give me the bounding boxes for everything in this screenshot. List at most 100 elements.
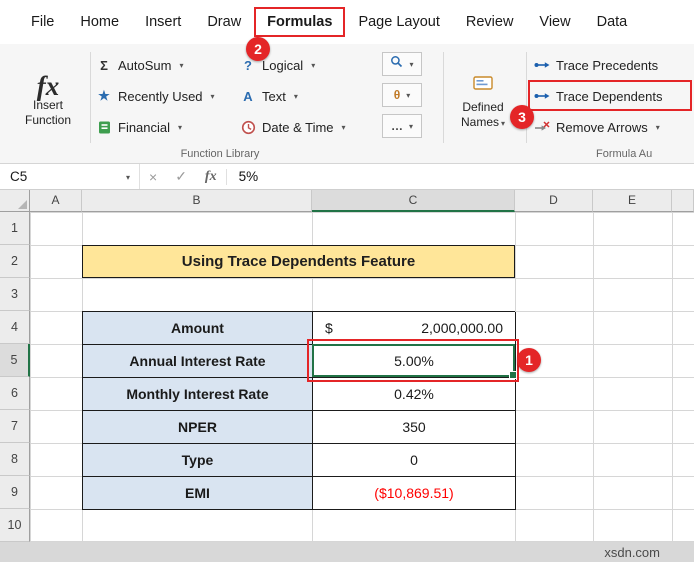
tab-home[interactable]: Home (67, 6, 132, 38)
watermark-text: xsdn.com (604, 545, 660, 560)
financial-icon (96, 120, 112, 135)
cell-c9-value[interactable]: ($10,869.51) (313, 477, 516, 510)
formula-auditing-column: Trace Precedents Trace Dependents Remove… (534, 52, 662, 145)
text-icon: A (240, 89, 256, 104)
math-trig-icon: θ (394, 88, 401, 102)
name-box[interactable]: C5 ▾ (0, 164, 140, 189)
trace-precedents-label: Trace Precedents (556, 58, 658, 73)
autosum-icon: Σ (96, 58, 112, 73)
row-header-6[interactable]: 6 (0, 377, 30, 410)
function-library-column-2: ? Logical ▾ A Text ▾ Date & Time ▾ (240, 52, 346, 145)
logical-label: Logical (262, 58, 303, 73)
insert-function-button[interactable]: fx Insert Function (8, 50, 88, 156)
cell-b7-label[interactable]: NPER (83, 411, 313, 444)
column-header-d[interactable]: D (515, 190, 593, 212)
formula-input[interactable]: 5% (227, 169, 259, 184)
chevron-down-icon: ▾ (409, 60, 413, 69)
chevron-down-icon: ▾ (294, 92, 298, 101)
chevron-down-icon: ▾ (409, 122, 413, 131)
formula-auditing-group-label: Formula Au (596, 148, 694, 160)
cell-c7-value[interactable]: 350 (313, 411, 516, 444)
formulas-ribbon: fx Insert Function Σ AutoSum ▾ ★ Recentl… (0, 44, 694, 164)
recently-used-icon: ★ (96, 88, 112, 104)
tab-file[interactable]: File (18, 6, 67, 38)
group-separator (443, 52, 444, 143)
row-header-7[interactable]: 7 (0, 410, 30, 443)
function-library-group-label: Function Library (0, 148, 440, 160)
more-functions-icon: … (391, 119, 403, 133)
amount-value: 2,000,000.00 (421, 320, 503, 336)
tab-insert[interactable]: Insert (132, 6, 194, 38)
cell-b9-label[interactable]: EMI (83, 477, 313, 510)
column-header-c[interactable]: C (312, 190, 515, 212)
row-header-9[interactable]: 9 (0, 476, 30, 509)
date-time-label: Date & Time (262, 120, 334, 135)
text-button[interactable]: A Text ▾ (240, 83, 346, 109)
remove-arrows-label: Remove Arrows (556, 120, 648, 135)
cell-b8-label[interactable]: Type (83, 444, 313, 477)
cancel-icon[interactable]: × (140, 169, 166, 185)
ribbon-tab-bar: File Home Insert Draw Formulas Page Layo… (0, 0, 694, 44)
insert-function-label-2: Function (25, 113, 71, 128)
row-header-4[interactable]: 4 (0, 311, 30, 344)
function-library-column-1: Σ AutoSum ▾ ★ Recently Used ▾ Financial … (96, 52, 215, 145)
tab-data[interactable]: Data (584, 6, 641, 38)
cell-c5-value[interactable]: 5.00% (313, 345, 516, 378)
tab-review[interactable]: Review (453, 6, 527, 38)
recently-used-label: Recently Used (118, 89, 203, 104)
row-header-10[interactable]: 10 (0, 509, 30, 542)
financial-button[interactable]: Financial ▾ (96, 114, 215, 140)
row-header-5[interactable]: 5 (0, 344, 30, 377)
date-time-icon (240, 120, 256, 135)
fx-icon: fx (37, 79, 60, 94)
trace-dependents-icon (534, 90, 550, 102)
row-header-8[interactable]: 8 (0, 443, 30, 476)
math-trig-button[interactable]: θ ▾ (382, 83, 422, 107)
cell-c4-value[interactable]: $ 2,000,000.00 (313, 312, 516, 345)
column-header-b[interactable]: B (82, 190, 312, 212)
date-time-button[interactable]: Date & Time ▾ (240, 114, 346, 140)
lookup-reference-button[interactable]: ▾ (382, 52, 422, 76)
row-header-3[interactable]: 3 (0, 278, 30, 311)
tab-formulas[interactable]: Formulas (254, 7, 345, 37)
magnifier-icon (390, 55, 403, 73)
cell-b5-label[interactable]: Annual Interest Rate (83, 345, 313, 378)
cell-c8-value[interactable]: 0 (313, 444, 516, 477)
select-all-corner[interactable] (0, 190, 30, 212)
chevron-down-icon: ▾ (211, 92, 215, 101)
trace-precedents-button[interactable]: Trace Precedents (534, 52, 662, 78)
column-header-a[interactable]: A (30, 190, 82, 212)
defined-names-label-2: Names▾ (461, 115, 505, 131)
sheet-title-cell[interactable]: Using Trace Dependents Feature (82, 245, 515, 278)
autosum-button[interactable]: Σ AutoSum ▾ (96, 52, 215, 78)
enter-check-icon[interactable]: ✓ (166, 168, 196, 185)
recently-used-button[interactable]: ★ Recently Used ▾ (96, 83, 215, 109)
step-badge-3: 3 (510, 105, 534, 129)
trace-precedents-icon (534, 59, 550, 71)
group-separator (90, 52, 91, 143)
column-header-e[interactable]: E (593, 190, 672, 212)
defined-names-button[interactable]: Defined Names▾ (448, 50, 518, 156)
cell-c6-value[interactable]: 0.42% (313, 378, 516, 411)
tab-view[interactable]: View (526, 6, 583, 38)
more-functions-button[interactable]: … ▾ (382, 114, 422, 138)
tab-page-layout[interactable]: Page Layout (345, 6, 452, 38)
chevron-down-icon: ▾ (126, 173, 130, 182)
insert-function-fx-icon[interactable]: fx (196, 169, 226, 185)
trace-dependents-label: Trace Dependents (556, 89, 662, 104)
row-header-1[interactable]: 1 (0, 212, 30, 245)
row-header-2[interactable]: 2 (0, 245, 30, 278)
cell-b4-label[interactable]: Amount (83, 312, 313, 345)
name-box-value: C5 (10, 169, 27, 184)
cell-b6-label[interactable]: Monthly Interest Rate (83, 378, 313, 411)
excel-window: File Home Insert Draw Formulas Page Layo… (0, 0, 694, 562)
defined-names-icon (473, 75, 493, 95)
autosum-label: AutoSum (118, 58, 171, 73)
column-header-partial[interactable] (672, 190, 694, 212)
tab-draw[interactable]: Draw (194, 6, 254, 38)
worksheet-grid: A B C D E 1 2 3 4 5 6 7 8 9 10 Using Tra… (0, 190, 694, 542)
trace-dependents-button[interactable]: Trace Dependents (534, 83, 662, 109)
remove-arrows-button[interactable]: Remove Arrows ▾ (534, 114, 662, 140)
chevron-down-icon: ▾ (656, 123, 660, 132)
step-badge-1: 1 (517, 348, 541, 372)
